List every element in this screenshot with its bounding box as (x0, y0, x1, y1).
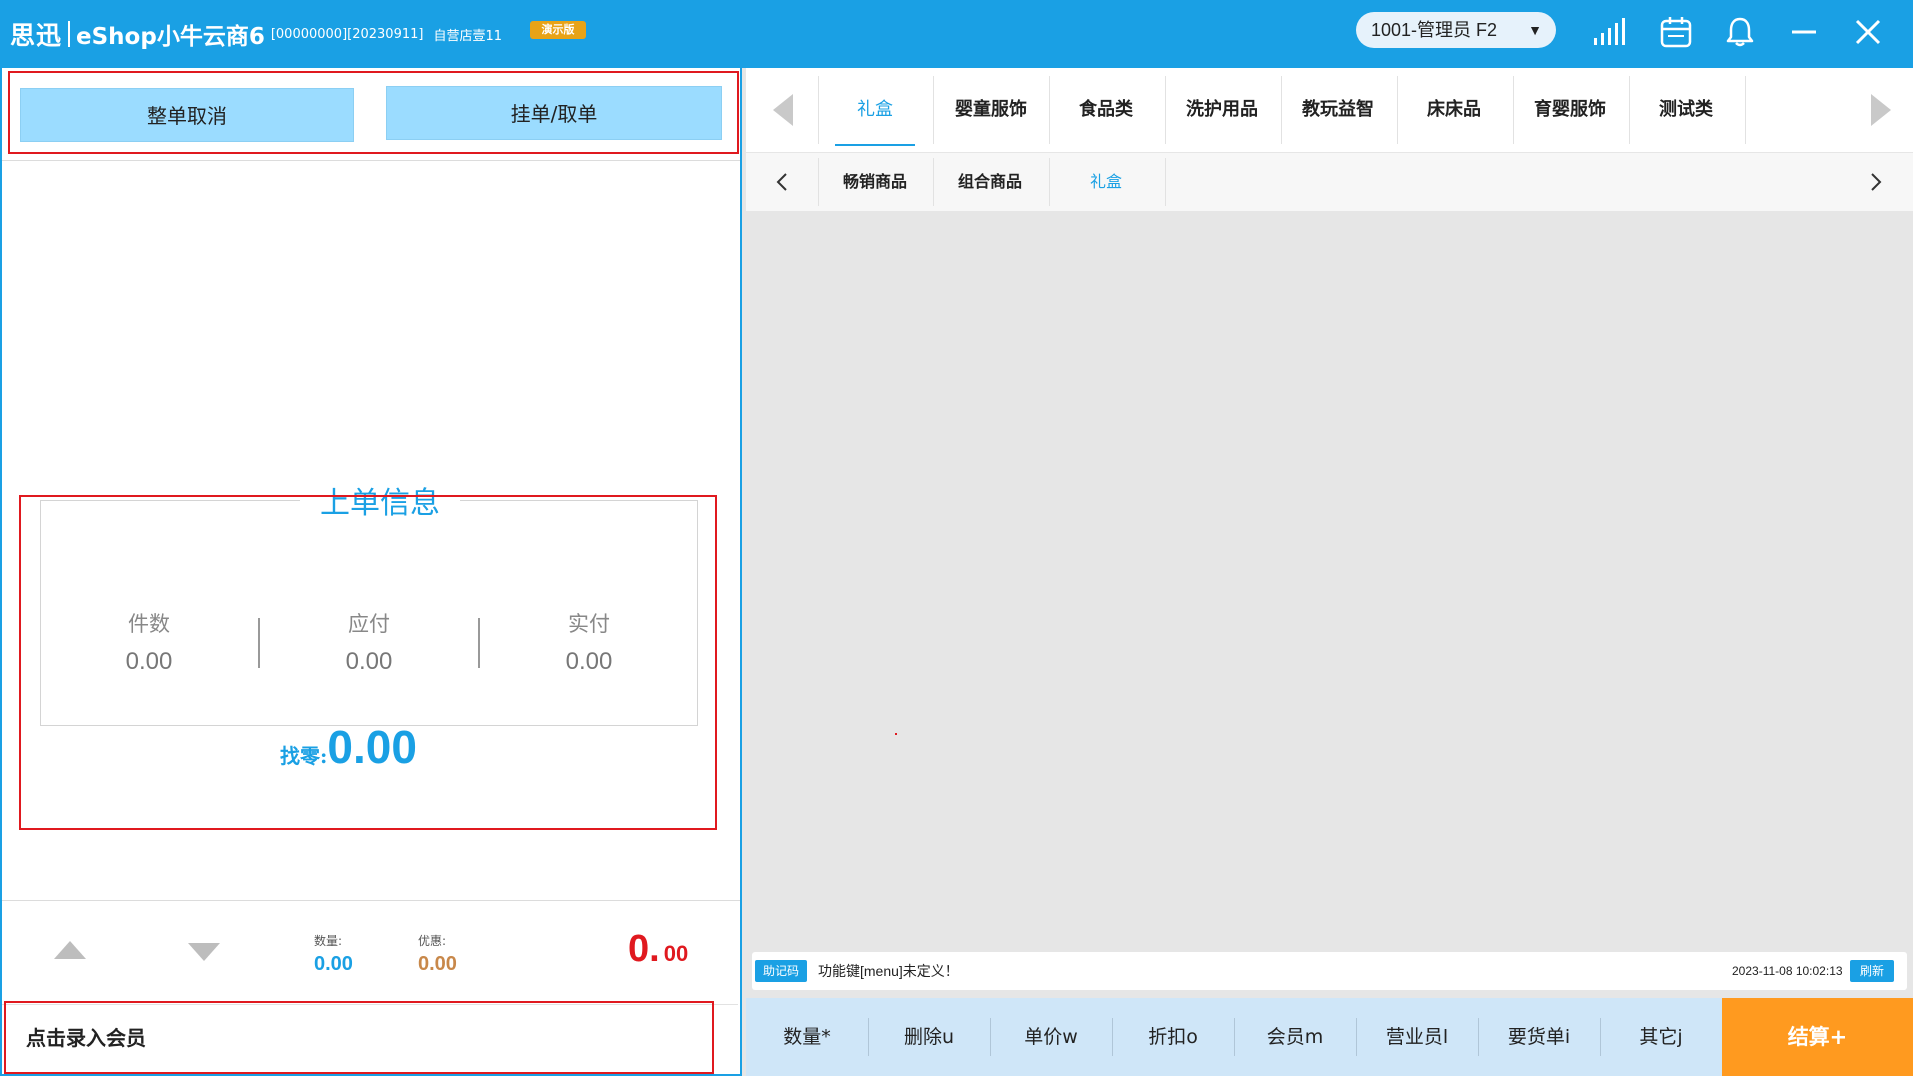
calendar-icon[interactable] (1656, 12, 1696, 52)
brand-separator (68, 21, 71, 47)
order-total-integer: 0. (628, 928, 660, 970)
category-tab-test[interactable]: 测试类 (1630, 68, 1742, 152)
stat-divider (258, 618, 260, 668)
refresh-button[interactable]: 刷新 (1850, 960, 1895, 982)
order-total: 0. 00 (628, 928, 688, 971)
divider (2, 900, 740, 901)
member-button[interactable]: 会员m (1234, 998, 1356, 1076)
category-tab-educational-toys[interactable]: 教玩益智 (1282, 68, 1394, 152)
stat-count-value: 0.00 (125, 648, 173, 675)
register-code: [00000000][20230911] (270, 26, 424, 42)
category-tab-bedding[interactable]: 床床品 (1398, 68, 1510, 152)
category-next-icon[interactable] (1864, 90, 1898, 130)
summary-discount: 优惠: 0.00 (418, 932, 457, 976)
stray-dot (895, 733, 897, 735)
salesperson-button[interactable]: 营业员l (1356, 998, 1478, 1076)
category-tab-baby-apparel[interactable]: 婴童服饰 (935, 68, 1047, 152)
change-label: 找零: (280, 744, 328, 768)
scroll-down-button[interactable] (184, 937, 224, 967)
summary-quantity-value: 0.00 (314, 953, 353, 975)
change-amount: 找零: 0.00 (280, 720, 417, 774)
cancel-order-button[interactable]: 整单取消 (20, 88, 354, 142)
user-select-value: 1001-管理员 F2 (1371, 20, 1498, 40)
summary-quantity: 数量: 0.00 (314, 932, 353, 976)
category-tab-food[interactable]: 食品类 (1050, 68, 1162, 152)
summary-discount-value: 0.00 (418, 953, 457, 975)
stat-payable-label: 应付 (348, 612, 390, 636)
category-separator (933, 76, 934, 144)
delete-button[interactable]: 删除u (868, 998, 990, 1076)
mnemonic-code-button[interactable]: 助记码 (755, 960, 808, 982)
category-tab-toiletries[interactable]: 洗护用品 (1166, 68, 1278, 152)
title-bar: 思迅 eShop小牛云商6 [00000000][20230911] 自营店壹1… (0, 0, 1913, 68)
category-tab-gift-box[interactable]: 礼盒 (819, 68, 931, 152)
store-name: 自营店壹11 (433, 28, 502, 44)
stat-payable-value: 0.00 (345, 648, 393, 675)
category-tab-infant-apparel[interactable]: 育婴服饰 (1514, 68, 1626, 152)
subcategory-prev-icon[interactable] (770, 168, 794, 196)
bell-icon[interactable] (1720, 12, 1760, 52)
signal-icon[interactable] (1590, 12, 1630, 52)
app-name: eShop小牛云商6 (76, 24, 265, 50)
close-icon[interactable] (1848, 12, 1888, 52)
other-button[interactable]: 其它j (1600, 998, 1722, 1076)
stat-divider (478, 618, 480, 668)
brand-logo: 思迅 (10, 21, 63, 50)
requisition-button[interactable]: 要货单i (1478, 998, 1600, 1076)
product-grid (746, 212, 1913, 950)
order-total-decimal: 00 (663, 941, 689, 966)
status-message: 功能键[menu]未定义！ (818, 963, 959, 979)
status-time: 2023-11-08 10:02:13 (1732, 964, 1843, 978)
user-select[interactable]: 1001-管理员 F2 ▼ (1356, 12, 1556, 48)
unit-price-button[interactable]: 单价w (990, 998, 1112, 1076)
subcategory-separator (1165, 158, 1166, 206)
change-value: 0.00 (327, 721, 417, 773)
category-separator (1745, 76, 1746, 144)
caret-down-icon: ▼ (1528, 22, 1542, 38)
subcategory-next-icon[interactable] (1864, 168, 1888, 196)
minimize-icon[interactable] (1784, 12, 1824, 52)
summary-discount-label: 优惠: (418, 934, 447, 948)
subcategory-tab-gift-box[interactable]: 礼盒 (1050, 153, 1162, 211)
summary-quantity-label: 数量: (314, 934, 343, 948)
discount-button[interactable]: 折扣o (1112, 998, 1234, 1076)
hold-order-button[interactable]: 挂单/取单 (386, 86, 722, 140)
member-entry-label[interactable]: 点击录入会员 (26, 1022, 146, 1051)
stat-payable: 应付 0.00 (269, 608, 469, 676)
stat-paid-label: 实付 (568, 612, 610, 636)
stat-count: 件数 0.00 (49, 608, 249, 676)
divider (2, 160, 740, 161)
checkout-button[interactable]: 结算+ (1722, 998, 1913, 1076)
demo-badge: 演示版 (530, 21, 586, 39)
quantity-button[interactable]: 数量* (746, 998, 868, 1076)
last-order-title: 上单信息 (300, 476, 460, 532)
category-prev-icon[interactable] (766, 90, 800, 130)
subcategory-tab-best-sellers[interactable]: 畅销商品 (819, 153, 931, 211)
scroll-up-button[interactable] (50, 935, 90, 965)
stat-paid-value: 0.00 (565, 648, 613, 675)
brand: 思迅 eShop小牛云商6 [00000000][20230911] 自营店壹1… (10, 14, 502, 54)
subcategory-tab-combo-products[interactable]: 组合商品 (934, 153, 1046, 211)
stat-paid: 实付 0.00 (489, 608, 689, 676)
stat-count-label: 件数 (128, 612, 170, 636)
